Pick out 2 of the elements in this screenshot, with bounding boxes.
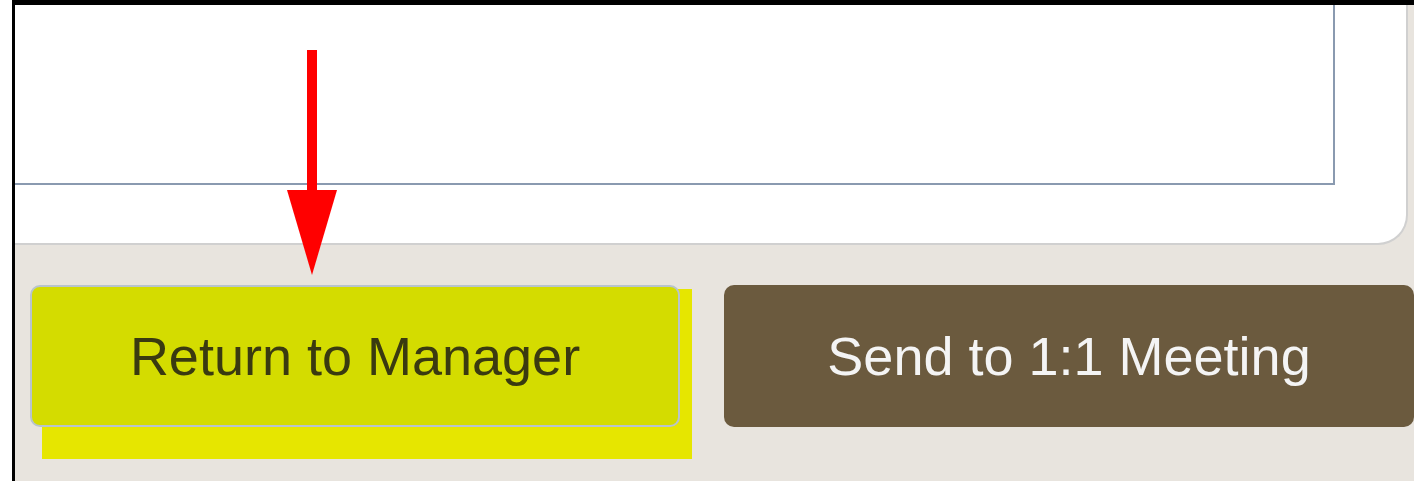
action-button[interactable]: Send to 1:1 Meeting	[724, 285, 1414, 427]
action-button[interactable]: Return to Manager	[30, 285, 680, 427]
